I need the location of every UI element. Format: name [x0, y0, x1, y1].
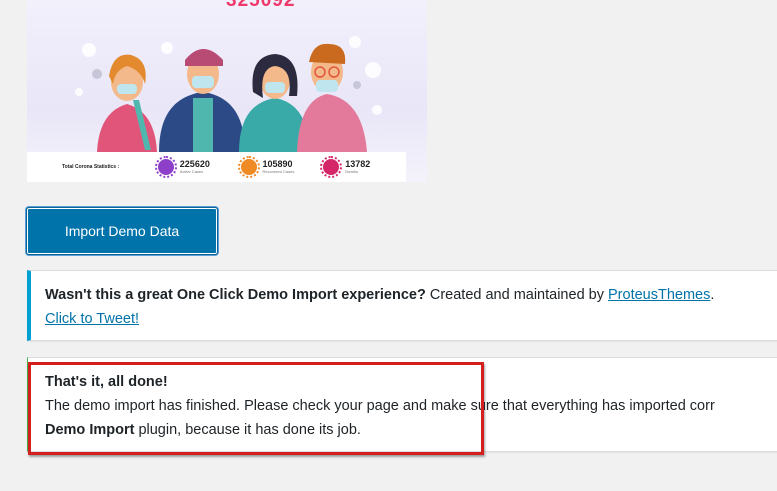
- info-notice-bold: Wasn't this a great One Click Demo Impor…: [45, 287, 426, 303]
- info-notice-line: Wasn't this a great One Click Demo Impor…: [45, 283, 777, 307]
- stat-deaths: 13782 Deaths: [320, 156, 406, 178]
- corona-stats-bar: Total Corona Statistics : 225620 Active …: [27, 152, 406, 182]
- success-notice-body: The demo import has finished. Please che…: [45, 398, 715, 414]
- stats-title: Total Corona Statistics :: [62, 164, 120, 170]
- headline-number: 325092: [226, 0, 296, 11]
- stat-active: 225620 Active Cases: [154, 156, 241, 178]
- info-notice-text: Created and maintained by: [429, 287, 604, 303]
- stat-value: 13782: [345, 158, 371, 169]
- stat-recovered: 105890 Recovered Cases: [237, 156, 324, 178]
- info-notice: Wasn't this a great One Click Demo Impor…: [27, 270, 777, 341]
- stat-label: Recovered Cases: [262, 168, 295, 174]
- stat-label: Deaths: [345, 168, 358, 174]
- plugin-done-text: plugin, because it has done its job.: [138, 422, 361, 438]
- info-notice-period: .: [710, 287, 715, 303]
- stat-label: Active Cases: [179, 168, 204, 174]
- success-notice-title: That's it, all done!: [45, 374, 168, 390]
- stat-value: 225620: [179, 158, 210, 169]
- virus-icon: [154, 156, 177, 178]
- stat-value: 105890: [262, 158, 293, 169]
- virus-icon: [237, 156, 260, 178]
- proteusthemes-link[interactable]: ProteusThemes: [608, 287, 710, 303]
- success-notice: That's it, all done! The demo import has…: [27, 357, 777, 452]
- import-demo-data-button[interactable]: Import Demo Data: [26, 207, 218, 255]
- click-to-tweet-link[interactable]: Click to Tweet!: [45, 311, 139, 327]
- virus-icon: [320, 156, 343, 178]
- plugin-name: Demo Import: [45, 422, 135, 438]
